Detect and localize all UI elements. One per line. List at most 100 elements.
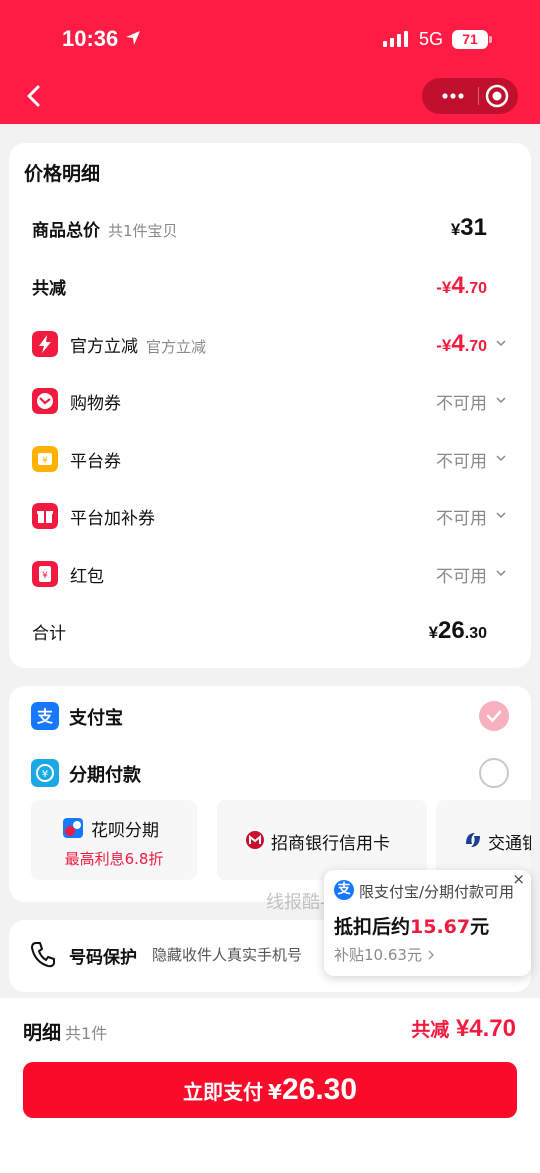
installment-option[interactable]: ¥ 分期付款 — [9, 752, 531, 792]
svg-text:¥: ¥ — [42, 769, 48, 780]
goods-total-price: ¥31 — [451, 214, 487, 242]
chevron-left-icon — [27, 85, 40, 107]
svg-text:¥: ¥ — [42, 456, 48, 466]
cmb-credit-card-label: 招商银行信用卡 — [271, 834, 390, 854]
platform-coupon-icon: ¥ — [32, 446, 58, 472]
installment-icon: ¥ — [31, 759, 59, 787]
shopping-coupon-row[interactable]: 购物券 不可用 — [9, 381, 531, 421]
platform-bonus-coupon-row[interactable]: 平台加补券 不可用 — [9, 496, 531, 536]
goods-total-text: 商品总价 — [32, 221, 100, 241]
more-button[interactable] — [434, 78, 472, 114]
more-dots-icon — [442, 93, 464, 99]
shopping-coupon-status: 不可用 — [436, 394, 487, 414]
total-reduce-int: 4 — [451, 272, 465, 299]
miniapp-capsule — [422, 78, 518, 114]
network-type: 5G — [419, 29, 444, 49]
cmb-credit-card-tile[interactable]: 招商银行信用卡 — [217, 800, 427, 880]
total-reduce-summary: 共减 ¥4.70 — [411, 1015, 516, 1043]
total-reduce-summary-label: 共减 — [411, 1019, 450, 1041]
status-bar: 10:36 5G 71 — [0, 0, 540, 70]
platform-coupon-row[interactable]: ¥ 平台券 不可用 — [9, 439, 531, 479]
red-packet-row[interactable]: ¥ 红包 不可用 — [9, 554, 531, 594]
total-reduce-label: 共减 — [32, 279, 66, 299]
svg-text:支: 支 — [36, 707, 54, 726]
chevron-down-icon — [496, 340, 506, 347]
huabei-interest-label: 最高利息6.8折 — [64, 850, 164, 868]
coupon-icon — [32, 388, 58, 414]
popup-deduction-suffix: 元 — [470, 916, 490, 938]
alipay-radio-checked[interactable] — [479, 701, 509, 731]
phone-protection-label: 号码保护 — [69, 948, 137, 968]
sum-yen: ¥ — [428, 623, 439, 642]
chevron-down-icon — [496, 570, 506, 577]
sum-price: ¥26.30 — [429, 617, 487, 645]
popup-subsidy-text: 补贴10.63元 — [334, 944, 435, 965]
total-reduce-row: 共减 -¥4.70 — [9, 266, 531, 306]
chevron-down-icon — [496, 455, 506, 462]
installment-radio-unchecked[interactable] — [479, 758, 509, 788]
capsule-divider — [478, 87, 479, 105]
alipay-label: 支付宝 — [69, 708, 123, 729]
chevron-down-icon — [496, 512, 506, 519]
bocom-tile[interactable]: 交通银 — [436, 800, 531, 880]
bocom-label: 交通银 — [488, 834, 531, 854]
sum-int: 26 — [438, 617, 465, 644]
popup-deduction-amount: 15.67 — [410, 916, 471, 938]
battery-tip — [489, 36, 492, 43]
official-discount-int: 4 — [451, 330, 465, 357]
detail-count: 共1件 — [65, 1024, 108, 1043]
price-detail-title: 价格明细 — [24, 163, 101, 185]
status-time: 10:36 — [62, 26, 119, 51]
gift-icon — [32, 503, 58, 529]
alipay-discount-popup[interactable]: 支 限支付宝/分期付款可用 × 抵扣后约15.67元 补贴10.63元 — [324, 870, 531, 976]
lightning-icon — [32, 331, 58, 357]
phone-protection-desc: 隐藏收件人真实手机号 — [152, 946, 303, 964]
goods-total-yen: ¥ — [450, 220, 461, 239]
detail-summary[interactable]: 明细 共1件 — [23, 1018, 107, 1045]
pay-now-button[interactable]: 立即支付 ¥26.30 — [23, 1062, 517, 1118]
official-discount-row[interactable]: 官方立减 官方立减 -¥4.70 — [9, 324, 531, 364]
official-discount-sign: -¥ — [436, 336, 452, 355]
svg-text:¥: ¥ — [42, 571, 48, 581]
platform-bonus-coupon-status: 不可用 — [436, 509, 487, 529]
huabei-icon — [63, 818, 83, 838]
red-packet-label: 红包 — [70, 567, 104, 587]
bocom-bank-icon — [466, 833, 480, 847]
total-reduce-summary-amount: ¥4.70 — [455, 1015, 516, 1042]
official-discount-text: 官方立减 — [70, 337, 138, 357]
installment-label: 分期付款 — [69, 765, 141, 786]
installment-options-scroller: 花呗分期 最高利息6.8折 招商银行信用卡 交通银 — [31, 800, 531, 880]
red-packet-icon: ¥ — [32, 561, 58, 587]
target-circle-icon — [485, 84, 509, 108]
bottom-pay-bar: 明细 共1件 共减 ¥4.70 立即支付 ¥26.30 — [0, 998, 540, 1173]
popup-deduction-prefix: 抵扣后约 — [334, 916, 411, 938]
battery-icon: 71 — [452, 30, 488, 49]
goods-count-text: 共1件宝贝 — [108, 222, 178, 240]
sum-row: 合计 ¥26.30 — [9, 611, 531, 651]
chevron-down-icon — [496, 397, 506, 404]
nav-bar — [0, 70, 540, 124]
official-discount-sub: 官方立减 — [146, 338, 207, 356]
goods-total-value: 31 — [460, 214, 487, 241]
platform-coupon-status: 不可用 — [436, 452, 487, 472]
popup-close-button[interactable]: × — [512, 870, 525, 888]
popup-subsidy-value: 补贴10.63元 — [334, 946, 422, 964]
popup-condition-text: 限支付宝/分期付款可用 — [359, 883, 515, 901]
pay-now-yen: ¥ — [268, 1080, 282, 1104]
checkmark-icon — [486, 710, 502, 723]
close-miniapp-button[interactable] — [480, 78, 518, 114]
platform-coupon-label: 平台券 — [70, 452, 121, 472]
price-detail-card: 价格明细 商品总价 共1件宝贝 ¥31 共减 -¥4.70 官方立减 官方立减 -¥… — [9, 143, 531, 668]
signal-icon — [383, 31, 408, 47]
phone-icon — [31, 942, 55, 968]
back-button[interactable] — [18, 78, 52, 114]
alipay-badge-icon: 支 — [334, 880, 354, 900]
goods-total-label: 商品总价 共1件宝贝 — [32, 216, 178, 241]
alipay-option[interactable]: 支 支付宝 — [9, 695, 531, 735]
huabei-label: 花呗分期 — [91, 821, 159, 841]
sum-label: 合计 — [32, 624, 66, 644]
location-arrow-icon — [126, 31, 140, 45]
total-reduce-dec: .70 — [464, 280, 487, 297]
detail-label: 明细 — [23, 1022, 62, 1044]
huabei-installment-tile[interactable]: 花呗分期 最高利息6.8折 — [31, 800, 197, 880]
